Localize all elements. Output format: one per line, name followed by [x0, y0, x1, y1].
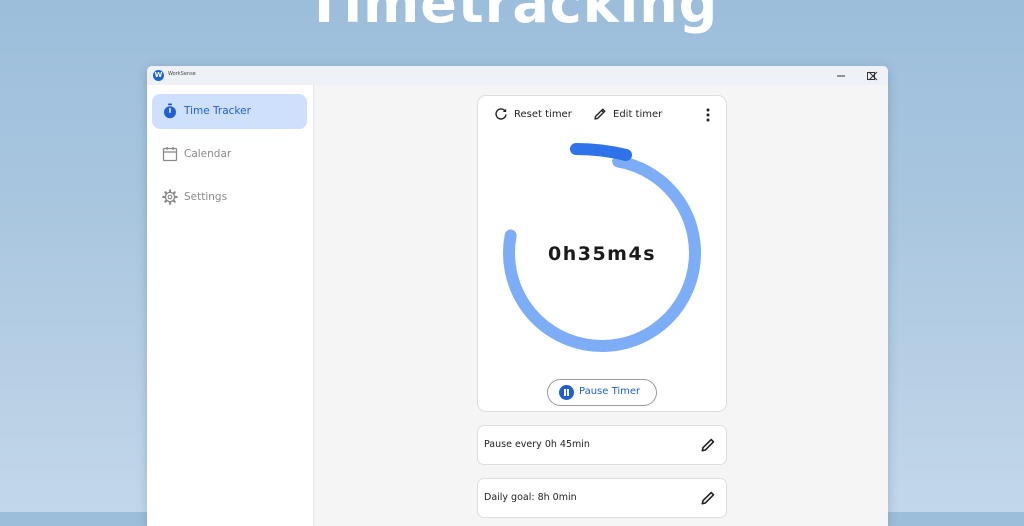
app-name: WorkSense	[168, 71, 196, 77]
timer-card: Reset timer Edit timer 0h35m4s Pause Tim…	[477, 95, 727, 412]
minimize-button[interactable]	[826, 66, 856, 85]
close-icon	[868, 71, 878, 81]
timer-display: 0h35m4s	[547, 243, 656, 265]
gear-icon	[162, 189, 178, 205]
app-logo-icon: W	[153, 70, 164, 81]
pause-timer-button[interactable]: Pause Timer	[547, 379, 657, 406]
sidebar-item-time-tracker[interactable]: Time Tracker	[152, 94, 307, 129]
sidebar: Time Tracker Calendar Settings	[147, 85, 314, 526]
title-bar: W WorkSense	[147, 66, 888, 85]
pause-icon	[559, 385, 574, 400]
sidebar-item-label: Calendar	[184, 148, 232, 160]
pause-interval-text: Pause every 0h 45min	[484, 439, 590, 450]
app-window: W WorkSense Time Tracker Calendar Settin…	[147, 66, 888, 526]
hero-title: Timetracking	[305, 0, 719, 35]
sidebar-item-label: Settings	[184, 191, 228, 203]
close-button[interactable]	[858, 66, 888, 85]
daily-goal-card: Daily goal: 8h 0min	[477, 478, 727, 518]
sidebar-item-calendar[interactable]: Calendar	[152, 137, 307, 172]
daily-goal-text: Daily goal: 8h 0min	[484, 492, 577, 503]
sidebar-item-label: Time Tracker	[184, 105, 251, 117]
edit-daily-goal-icon[interactable]	[700, 490, 716, 506]
pause-interval-card: Pause every 0h 45min	[477, 425, 727, 465]
pause-timer-label: Pause Timer	[579, 386, 641, 397]
sidebar-item-settings[interactable]: Settings	[152, 180, 307, 215]
calendar-icon	[162, 147, 178, 162]
minimize-icon	[837, 75, 845, 77]
progress-head-arc	[570, 143, 632, 161]
stopwatch-icon	[164, 103, 176, 119]
edit-pause-interval-icon[interactable]	[700, 437, 716, 453]
